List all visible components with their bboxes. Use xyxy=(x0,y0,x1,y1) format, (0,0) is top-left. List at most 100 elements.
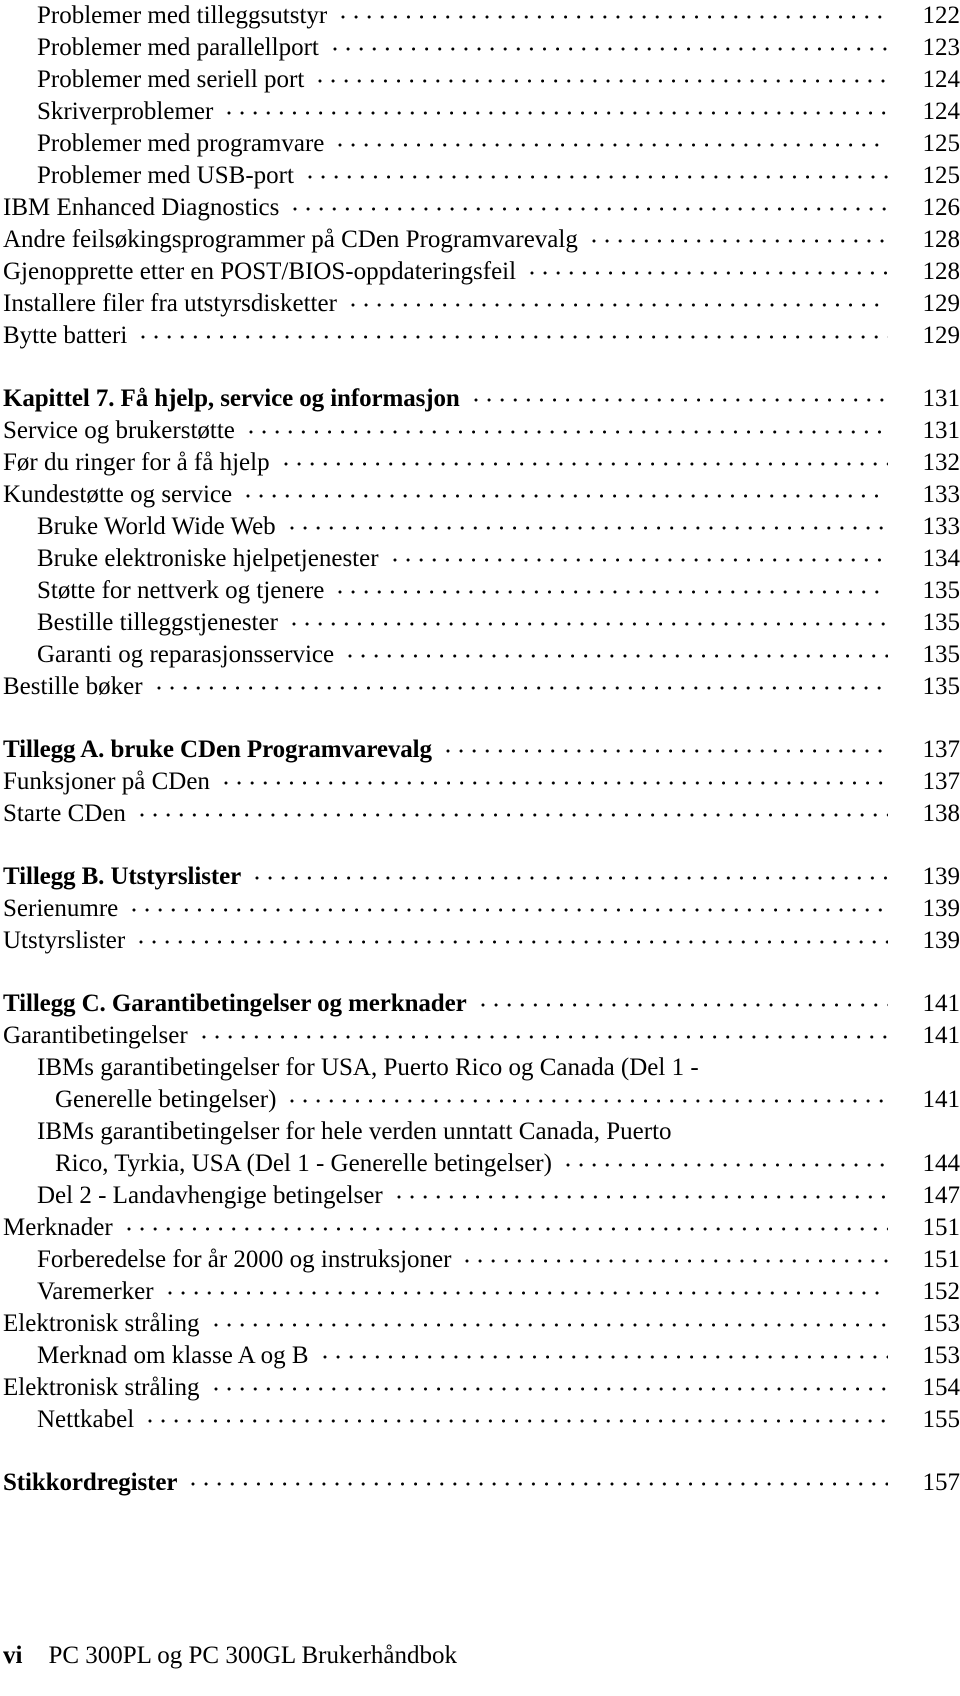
toc-entry-row[interactable]: Problemer med tilleggsutstyr 122 xyxy=(0,0,960,32)
toc-entry-row[interactable]: Skriverproblemer 124 xyxy=(0,96,960,128)
toc-entry-label: Nettkabel xyxy=(37,1406,135,1433)
toc-page-number: 151 xyxy=(922,1246,960,1273)
toc-page-number: 124 xyxy=(922,66,960,93)
toc-page-number: 144 xyxy=(922,1150,960,1177)
toc-entry-row[interactable]: Før du ringer for å få hjelp 132 xyxy=(0,447,960,479)
dot-leader xyxy=(348,645,888,667)
toc-entry-label: Tillegg A. bruke CDen Programvarevalg xyxy=(3,736,432,763)
toc-entry-label: Støtte for nettverk og tjenere xyxy=(37,577,325,604)
dot-leader xyxy=(338,134,888,156)
toc-entry-label: Kapittel 7. Få hjelp, service og informa… xyxy=(3,385,460,412)
toc-page-number: 139 xyxy=(922,863,960,890)
dot-leader xyxy=(126,1218,888,1240)
dot-leader xyxy=(392,549,888,571)
toc-entry-row[interactable]: Rico, Tyrkia, USA (Del 1 - Generelle bet… xyxy=(0,1148,960,1180)
toc-page-number: 135 xyxy=(922,609,960,636)
toc-page-number: 147 xyxy=(922,1182,960,1209)
toc-entry-row[interactable]: Service og brukerstøtte 131 xyxy=(0,415,960,447)
toc-entry-label: IBMs garantibetingelser for USA, Puerto … xyxy=(37,1054,699,1081)
toc-entry-row[interactable]: IBMs garantibetingelser for USA, Puerto … xyxy=(0,1052,960,1084)
toc-page-number: 131 xyxy=(922,417,960,444)
toc-entry-label: Problemer med USB-port xyxy=(37,162,294,189)
toc-page-number: 157 xyxy=(922,1469,960,1496)
toc-page-number: 137 xyxy=(922,736,960,763)
toc-page-number: 154 xyxy=(922,1374,960,1401)
toc-entry-label: Kundestøtte og service xyxy=(3,481,233,508)
toc-entry-row[interactable]: Funksjoner på CDen 137 xyxy=(0,766,960,798)
dot-leader xyxy=(350,294,888,316)
toc-heading-row[interactable]: Tillegg B. Utstyrslister 139 xyxy=(0,861,960,893)
toc-entry-label: Andre feilsøkingsprogrammer på CDen Prog… xyxy=(3,226,578,253)
toc-entry-label: Problemer med parallellport xyxy=(37,34,319,61)
toc-entry-row[interactable]: Serienumre 139 xyxy=(0,893,960,925)
toc-entry-label: Bytte batteri xyxy=(3,322,128,349)
toc-page-number: 128 xyxy=(922,258,960,285)
toc-entry-row[interactable]: Generelle betingelser) 141 xyxy=(0,1084,960,1116)
toc-entry-row[interactable]: Garantibetingelser 141 xyxy=(0,1020,960,1052)
toc-entry-label: Gjenopprette etter en POST/BIOS-oppdater… xyxy=(3,258,517,285)
toc-entry-row[interactable]: Problemer med parallellport 123 xyxy=(0,32,960,64)
dot-leader xyxy=(290,1090,888,1112)
toc-page-number: 155 xyxy=(922,1406,960,1433)
toc-entry-row[interactable]: Utstyrslister 139 xyxy=(0,925,960,957)
toc-entry-row[interactable]: Bruke World Wide Web 133 xyxy=(0,511,960,543)
toc-entry-row[interactable]: Del 2 - Landavhengige betingelser 147 xyxy=(0,1180,960,1212)
toc-page-number: 153 xyxy=(922,1342,960,1369)
toc-entry-row[interactable]: IBM Enhanced Diagnostics 126 xyxy=(0,192,960,224)
toc-entry-row[interactable]: Støtte for nettverk og tjenere 135 xyxy=(0,575,960,607)
toc-entry-row[interactable]: Installere filer fra utstyrsdisketter 129 xyxy=(0,288,960,320)
toc-entry-row[interactable]: Forberedelse for år 2000 og instruksjone… xyxy=(0,1244,960,1276)
toc-heading-row[interactable]: Stikkordregister 157 xyxy=(0,1467,960,1499)
toc-page-number: 128 xyxy=(922,226,960,253)
toc-entry-row[interactable]: Garanti og reparasjonsservice 135 xyxy=(0,639,960,671)
toc-entry-row[interactable]: Bytte batteri 129 xyxy=(0,320,960,352)
toc-entry-row[interactable]: IBMs garantibetingelser for hele verden … xyxy=(0,1116,960,1148)
dot-leader xyxy=(465,1250,888,1272)
toc-heading-row[interactable]: Tillegg C. Garantibetingelser og merknad… xyxy=(0,988,960,1020)
dot-leader xyxy=(139,931,888,953)
toc-entry-row[interactable]: Varemerker 152 xyxy=(0,1276,960,1308)
toc-entry-row[interactable]: Andre feilsøkingsprogrammer på CDen Prog… xyxy=(0,224,960,256)
dot-leader xyxy=(686,1122,888,1144)
dot-leader xyxy=(156,677,888,699)
toc-entry-row[interactable]: Problemer med seriell port 124 xyxy=(0,64,960,96)
toc-page-number: 141 xyxy=(922,990,960,1017)
toc-entry-row[interactable]: Gjenopprette etter en POST/BIOS-oppdater… xyxy=(0,256,960,288)
toc-page-number: 134 xyxy=(922,545,960,572)
dot-leader xyxy=(223,772,888,794)
toc-entry-row[interactable]: Bestille tilleggstjenester 135 xyxy=(0,607,960,639)
toc-heading-row[interactable]: Kapittel 7. Få hjelp, service og informa… xyxy=(0,383,960,415)
toc-heading-row[interactable]: Tillegg A. bruke CDen Programvarevalg 137 xyxy=(0,734,960,766)
toc-entry-row[interactable]: Problemer med USB-port 125 xyxy=(0,160,960,192)
toc-entry-label: Service og brukerstøtte xyxy=(3,417,235,444)
toc-entry-label: Problemer med tilleggsutstyr xyxy=(37,2,328,29)
toc-entry-row[interactable]: Problemer med programvare 125 xyxy=(0,128,960,160)
toc-page-number: 122 xyxy=(922,2,960,29)
toc-entry-label: Del 2 - Landavhengige betingelser xyxy=(37,1182,383,1209)
toc-entry-row[interactable]: Elektronisk stråling 153 xyxy=(0,1308,960,1340)
toc-page-number: 135 xyxy=(922,673,960,700)
toc-entry-label: Tillegg C. Garantibetingelser og merknad… xyxy=(3,990,467,1017)
dot-leader xyxy=(318,70,888,92)
toc-entry-row[interactable]: Bruke elektroniske hjelpetjenester 134 xyxy=(0,543,960,575)
toc-entry-label: Bestille tilleggstjenester xyxy=(37,609,278,636)
toc-entry-label: Før du ringer for å få hjelp xyxy=(3,449,270,476)
toc-entry-label: Merknad om klasse A og B xyxy=(37,1342,309,1369)
toc-page-number: 151 xyxy=(922,1214,960,1241)
dot-leader xyxy=(480,994,888,1016)
toc-entry-row[interactable]: Bestille bøker 135 xyxy=(0,671,960,703)
toc-entry-row[interactable]: Nettkabel 155 xyxy=(0,1404,960,1436)
dot-leader xyxy=(322,1346,888,1368)
toc-entry-row[interactable]: Elektronisk stråling 154 xyxy=(0,1372,960,1404)
toc-page-number: 125 xyxy=(922,162,960,189)
toc-entry-row[interactable]: Starte CDen 138 xyxy=(0,798,960,830)
toc-entry-label: Garantibetingelser xyxy=(3,1022,188,1049)
toc-entry-row[interactable]: Kundestøtte og service 133 xyxy=(0,479,960,511)
toc-entry-label: Tillegg B. Utstyrslister xyxy=(3,863,242,890)
toc-page-number: 137 xyxy=(922,768,960,795)
dot-leader xyxy=(141,326,888,348)
toc-entry-row[interactable]: Merknad om klasse A og B 153 xyxy=(0,1340,960,1372)
toc-entry-row[interactable]: Merknader 151 xyxy=(0,1212,960,1244)
dot-leader xyxy=(332,38,888,60)
dot-leader xyxy=(445,740,888,762)
